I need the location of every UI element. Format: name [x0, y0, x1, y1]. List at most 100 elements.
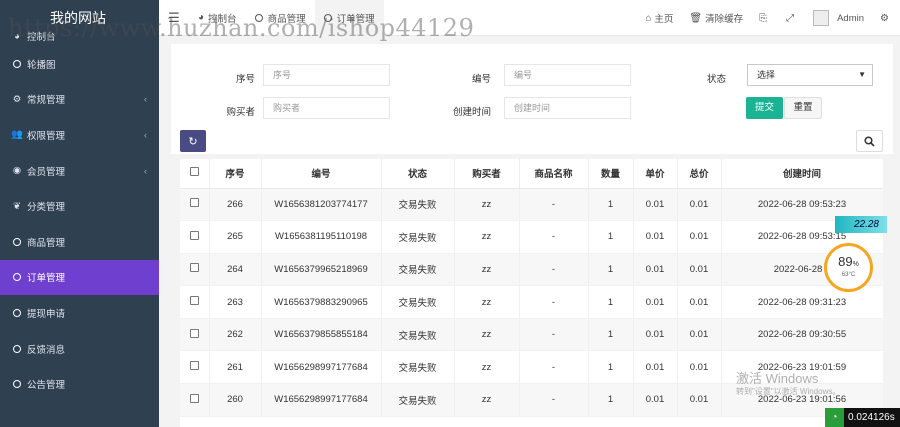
- row-select-cell[interactable]: [180, 350, 210, 385]
- column-header[interactable]: 购买者: [454, 159, 520, 189]
- table-cell: zz: [454, 253, 520, 287]
- table-cell: 1: [588, 220, 634, 254]
- language-button[interactable]: ⎘: [751, 0, 778, 36]
- caret-down-icon: ▼: [858, 70, 866, 79]
- speed-indicator: 22.28: [835, 216, 887, 233]
- row-checkbox[interactable]: [189, 328, 199, 338]
- table-cell: W1656381195110198: [261, 220, 382, 254]
- row-checkbox[interactable]: [189, 393, 199, 403]
- status-select[interactable]: 选择 ▼: [747, 64, 873, 86]
- column-header[interactable]: 商品名称: [519, 159, 589, 189]
- table-cell: -: [519, 318, 589, 352]
- table-cell: 2022-06-28 09:30:55: [721, 318, 883, 352]
- refresh-button[interactable]: ↻: [180, 130, 206, 152]
- no-input[interactable]: 编号: [504, 64, 631, 86]
- dashboard-icon: ◕: [198, 12, 205, 23]
- no-label: 编号: [471, 74, 491, 85]
- table-cell: 0.01: [677, 285, 722, 319]
- column-header[interactable]: 数量: [588, 159, 634, 189]
- row-select-cell[interactable]: [180, 188, 210, 222]
- sidebar-item[interactable]: ⚙ 常规管理 ‹: [0, 82, 159, 118]
- home-icon: ⌂: [645, 12, 652, 24]
- table-cell: W1656381203774177: [261, 188, 382, 222]
- row-select-cell[interactable]: [180, 383, 210, 417]
- table-cell: 交易失败: [381, 285, 455, 319]
- table-cell: 0.01: [633, 318, 678, 352]
- load-timer: ◔ 0.024126s: [825, 408, 900, 427]
- sidebar-item[interactable]: ❦ 分类管理: [0, 188, 159, 224]
- sidebar-item[interactable]: 商品管理: [0, 224, 159, 260]
- sidebar-item[interactable]: 提现申请: [0, 295, 159, 331]
- cpu-temperature: 63°C: [841, 272, 856, 278]
- row-select-cell[interactable]: [180, 253, 210, 287]
- table-cell: 260: [209, 383, 262, 417]
- seq-label: 序号: [235, 74, 255, 85]
- created-label: 创建时间: [452, 107, 491, 118]
- row-checkbox[interactable]: [189, 296, 199, 306]
- column-header[interactable]: 编号: [261, 159, 382, 189]
- tab-product-management[interactable]: 商品管理: [246, 0, 315, 36]
- table-cell: W1656298997177684: [261, 350, 382, 385]
- table-cell: zz: [454, 350, 520, 385]
- row-select-cell[interactable]: [180, 220, 210, 254]
- created-input[interactable]: 创建时间: [504, 97, 631, 119]
- sidebar-item-label: 常规管理: [27, 95, 66, 107]
- column-header[interactable]: 状态: [381, 159, 455, 189]
- sidebar-item[interactable]: 轮播图: [0, 46, 159, 82]
- circle-icon: [11, 58, 23, 70]
- column-header[interactable]: 总价: [677, 159, 722, 189]
- table-cell: 2022-06-28 09:31:23: [721, 285, 883, 319]
- table-cell: 0.01: [677, 253, 722, 287]
- table-cell: -: [519, 188, 589, 222]
- table-row[interactable]: 266 W1656381203774177 交易失败 zz -1 0.01 0.01 2022…: [180, 188, 883, 222]
- reset-button[interactable]: 重置: [784, 97, 822, 119]
- submit-button[interactable]: 提交: [746, 97, 783, 119]
- sidebar-item-label: 分类管理: [27, 202, 66, 214]
- row-checkbox[interactable]: [189, 230, 199, 240]
- sidebar-item[interactable]: ◕ 控制台: [0, 26, 159, 46]
- row-checkbox[interactable]: [189, 263, 199, 273]
- table-row[interactable]: 264 W1656379965218969 交易失败 zz -1 0.01 0.01 2022…: [180, 253, 883, 287]
- buyer-input[interactable]: 购买者: [263, 97, 390, 119]
- settings-button[interactable]: ⚙: [872, 0, 900, 36]
- sidebar-item[interactable]: 反馈消息: [0, 331, 159, 367]
- chevron-left-icon: ‹: [144, 165, 147, 176]
- row-select-cell[interactable]: [180, 285, 210, 319]
- home-label: 主页: [654, 14, 674, 25]
- select-all-cell[interactable]: [180, 159, 210, 189]
- sidebar-item[interactable]: 👥 权限管理 ‹: [0, 117, 159, 153]
- seq-input[interactable]: 序号: [263, 64, 390, 86]
- table-cell: 0.01: [633, 220, 678, 254]
- column-header[interactable]: 创建时间: [721, 159, 883, 189]
- menu-toggle-icon[interactable]: ☰: [159, 10, 189, 26]
- row-checkbox[interactable]: [189, 198, 199, 208]
- tab-dashboard[interactable]: ◕ 控制台: [189, 0, 246, 36]
- table-row[interactable]: 262 W1656379855855184 交易失败 zz -1 0.01 0.01 2022…: [180, 318, 883, 352]
- table-row[interactable]: 263 W1656379883290965 交易失败 zz -1 0.01 0.01 2022…: [180, 285, 883, 319]
- row-select-cell[interactable]: [180, 318, 210, 352]
- table-cell: 0.01: [633, 285, 678, 319]
- home-button[interactable]: ⌂ 主页: [637, 0, 681, 36]
- sidebar-item[interactable]: 订单管理: [0, 259, 159, 296]
- cogs-icon: ⚙: [12, 93, 22, 105]
- table-cell: 264: [209, 253, 262, 287]
- column-header[interactable]: 单价: [633, 159, 678, 189]
- sidebar-item-label: 反馈消息: [27, 344, 66, 356]
- select-all-checkbox[interactable]: [189, 167, 199, 177]
- search-icon: [864, 135, 875, 147]
- tab-order-management[interactable]: 订单管理: [314, 0, 384, 36]
- sidebar-item[interactable]: 公告管理: [0, 366, 159, 402]
- clear-cache-button[interactable]: 🗑 清除缓存: [681, 0, 751, 36]
- row-checkbox[interactable]: [189, 361, 199, 371]
- table-search-button[interactable]: [856, 130, 883, 152]
- table-cell: 266: [209, 188, 262, 222]
- column-header[interactable]: 序号: [209, 159, 262, 189]
- buyer-label: 购买者: [226, 107, 255, 118]
- table-cell: 1: [588, 253, 634, 287]
- clear-cache-label: 清除缓存: [705, 14, 744, 25]
- table-row[interactable]: 265 W1656381195110198 交易失败 zz -1 0.01 0.01 2022…: [180, 220, 883, 254]
- sidebar-item[interactable]: ◉ 会员管理 ‹: [0, 153, 159, 189]
- user-menu[interactable]: Admin: [805, 0, 872, 36]
- dashboard-icon: ◕: [14, 30, 20, 42]
- fullscreen-button[interactable]: ⤢: [778, 0, 805, 36]
